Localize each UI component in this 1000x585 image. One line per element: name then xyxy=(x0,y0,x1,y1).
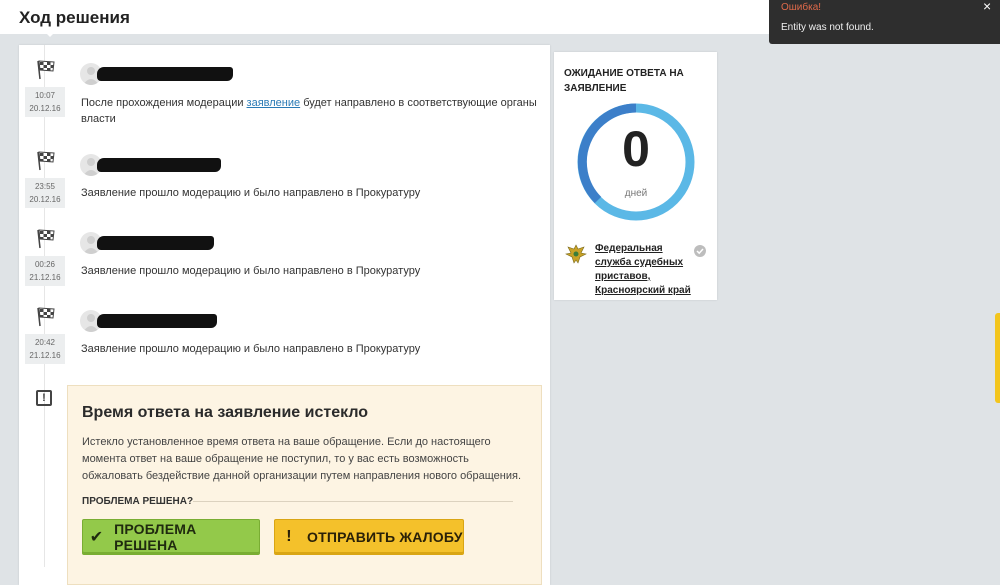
checkered-flag-icon xyxy=(37,60,55,80)
timeline-event: 23:55 20.12.16 Заявление прошло модераци… xyxy=(19,149,550,219)
error-toast: Ошибка! Entity was not found. × xyxy=(769,0,1000,44)
page-title: Ход решения xyxy=(19,8,130,27)
exclamation-icon: ! xyxy=(286,528,292,545)
checkered-flag-icon xyxy=(37,229,55,249)
event-date: 20.12.16 xyxy=(29,195,61,204)
event-date: 21.12.16 xyxy=(29,351,61,360)
organization-link[interactable]: Федеральная служба судебных приставов, К… xyxy=(595,242,695,298)
problem-solved-question: ПРОБЛЕМА РЕШЕНА? xyxy=(82,496,194,507)
redacted-author-name xyxy=(97,236,214,250)
timeline-event: 10:07 20.12.16 После прохождения модерац… xyxy=(19,58,550,128)
event-text: Заявление прошло модерацию и было направ… xyxy=(81,187,421,199)
check-circle-icon xyxy=(694,245,706,257)
days-unit: дней xyxy=(624,188,648,199)
waiting-card: ОЖИДАНИЕ ОТВЕТА НА ЗАЯВЛЕНИЕ 0 дней Феде… xyxy=(554,52,717,300)
event-date: 21.12.16 xyxy=(29,273,61,282)
header-notch xyxy=(44,31,56,37)
event-date: 20.12.16 xyxy=(29,104,61,113)
event-timestamp: 23:55 20.12.16 xyxy=(25,178,65,208)
checkered-flag-icon xyxy=(37,151,55,171)
redacted-author-name xyxy=(97,314,217,328)
send-complaint-button[interactable]: ! ОТПРАВИТЬ ЖАЛОБУ xyxy=(274,519,464,555)
expired-text: Истекло установленное время ответа на ва… xyxy=(82,436,521,482)
days-value: 0 xyxy=(622,121,650,177)
send-complaint-label: ОТПРАВИТЬ ЖАЛОБУ xyxy=(307,529,463,545)
divider xyxy=(193,501,513,502)
problem-solved-label: ПРОБЛЕМА РЕШЕНА xyxy=(114,521,197,553)
event-timestamp: 20:42 21.12.16 xyxy=(25,334,65,364)
toast-message: Entity was not found. xyxy=(781,22,874,33)
redacted-author-name xyxy=(97,67,233,81)
event-time: 00:26 xyxy=(34,260,56,269)
checkered-flag-icon xyxy=(37,307,55,327)
event-text-before-link: После прохождения модерации xyxy=(81,97,247,109)
expired-notice: Время ответа на заявление истекло Истекл… xyxy=(67,385,542,585)
feedback-tab-edge[interactable] xyxy=(995,313,1000,403)
statement-link[interactable]: заявление xyxy=(247,97,301,109)
event-text: Заявление прошло модерацию и было направ… xyxy=(81,343,421,355)
checkmark-icon: ✔ xyxy=(89,529,104,546)
problem-solved-button[interactable]: ✔ ПРОБЛЕМА РЕШЕНА xyxy=(82,519,260,555)
event-time: 20:42 xyxy=(34,338,56,347)
event-text: После прохождения модерации заявление бу… xyxy=(81,95,546,127)
event-text: Заявление прошло модерацию и было направ… xyxy=(81,265,421,277)
event-time: 10:07 xyxy=(34,91,56,100)
timeline-event: 00:26 21.12.16 Заявление прошло модераци… xyxy=(19,227,550,297)
expired-title: Время ответа на заявление истекло xyxy=(82,404,369,421)
exclamation-square-icon: ! xyxy=(36,390,52,406)
redacted-author-name xyxy=(97,158,221,172)
timeline-event: 20:42 21.12.16 Заявление прошло модераци… xyxy=(19,305,550,375)
eagle-emblem-icon xyxy=(565,244,587,264)
toast-title: Ошибка! xyxy=(781,2,822,13)
close-icon[interactable]: × xyxy=(983,0,991,14)
event-time: 23:55 xyxy=(34,182,56,191)
event-timestamp: 00:26 21.12.16 xyxy=(25,256,65,286)
days-countdown-ring: 0 дней xyxy=(574,100,698,224)
waiting-title: ОЖИДАНИЕ ОТВЕТА НА ЗАЯВЛЕНИЕ xyxy=(564,68,684,94)
event-timestamp: 10:07 20.12.16 xyxy=(25,87,65,117)
